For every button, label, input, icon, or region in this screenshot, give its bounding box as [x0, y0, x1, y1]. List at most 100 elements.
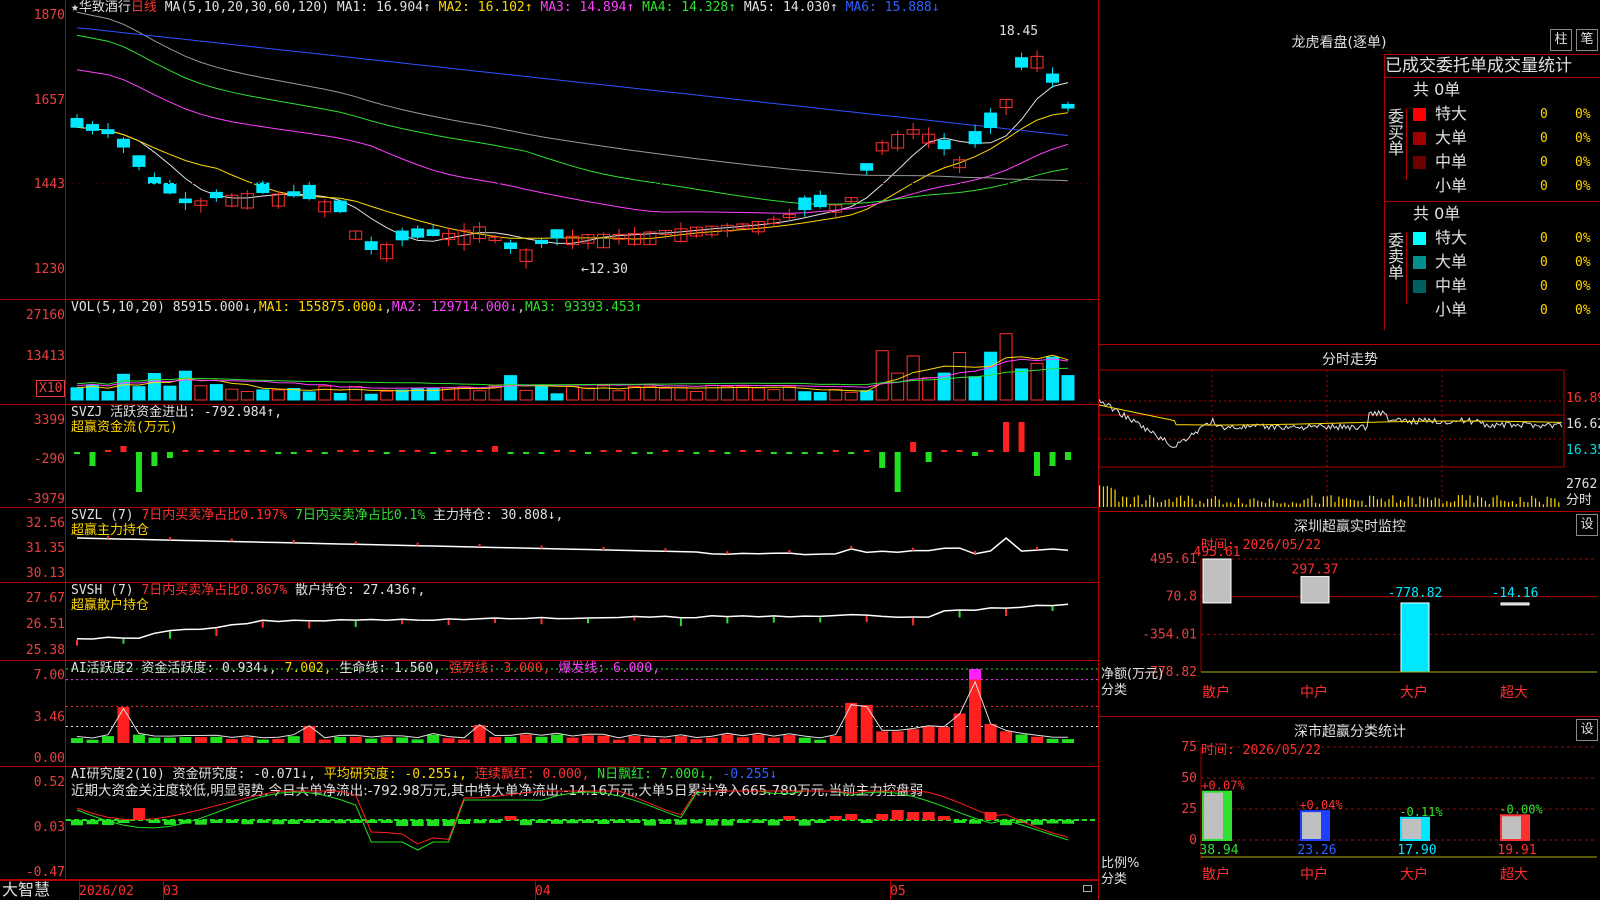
- sell-side-label: 委卖单: [1385, 232, 1407, 304]
- holding-tick: [292, 539, 295, 543]
- research-bar: [628, 820, 641, 823]
- ai-research-pane[interactable]: AI研究度2(10) 资金研究度: -0.071↓, 平均研究度: -0.255…: [0, 767, 1098, 880]
- intraday-vol-bar: [1195, 504, 1197, 507]
- bar-value-label: 495.61: [1194, 545, 1241, 560]
- svzj-pane[interactable]: SVZJ 活跃资金进出: -792.984↑, 超赢资金流(万元): [0, 405, 1098, 508]
- tab-orders[interactable]: 委托单: [1436, 56, 1487, 76]
- ratio-value-label: 17.90: [1397, 843, 1436, 858]
- volume-bar: [550, 393, 564, 401]
- intraday-vol-bar: [1180, 495, 1182, 507]
- intraday-vol-bar: [1338, 496, 1340, 507]
- buy-color-swatch: [1413, 108, 1426, 121]
- main-holding-line: [76, 537, 1069, 556]
- money-flow-bar: [631, 452, 638, 454]
- money-flow-bar: [492, 446, 499, 452]
- svzj-chart[interactable]: [0, 405, 1098, 508]
- candle-body: [860, 163, 874, 171]
- money-flow-bar: [770, 452, 777, 454]
- y-tick: 50: [1181, 771, 1197, 786]
- svsh-pane[interactable]: SVSH (7) 7日内买卖净占比0.867% 散户持仓: 27.436↑, 超…: [0, 583, 1098, 661]
- intraday-vol-bar: [1457, 495, 1460, 507]
- intraday-chart[interactable]: [1099, 345, 1600, 512]
- volume-bar: [612, 390, 626, 401]
- research-bar: [612, 820, 625, 823]
- kline-chart[interactable]: [0, 0, 1098, 300]
- intraday-vol-bar: [1415, 504, 1417, 507]
- activity-bar: [566, 737, 579, 743]
- activity-bar: [876, 731, 889, 743]
- research-bar: [303, 820, 316, 824]
- activity-bar: [643, 737, 656, 743]
- ai-activity-chart[interactable]: [0, 661, 1098, 767]
- y-tick: 0: [1189, 833, 1197, 848]
- activity-bar: [86, 739, 99, 743]
- buy-side-label: 委买单: [1385, 108, 1407, 180]
- intraday-vol-bar: [1469, 495, 1471, 507]
- research-bar: [520, 820, 533, 826]
- intraday-vol-bar: [1426, 497, 1429, 507]
- money-flow-bar: [507, 452, 514, 454]
- ai-research-chart[interactable]: [0, 767, 1098, 880]
- activity-bar: [411, 739, 424, 743]
- holding-tick: [1051, 606, 1054, 611]
- activity-bar: [783, 735, 796, 743]
- y-tick: 25.38: [25, 643, 65, 658]
- candle-body: [395, 230, 409, 241]
- intraday-vol-bar: [1496, 495, 1498, 507]
- volume-bar: [689, 390, 703, 401]
- intraday-vol-bar: [1284, 502, 1286, 507]
- kline-pane[interactable]: ★华致酒行日线 MA(5,10,20,30,60,120) MA1: 16.90…: [0, 0, 1098, 300]
- ma6-line: [76, 27, 1069, 136]
- tab-filled[interactable]: 已成交: [1385, 56, 1436, 76]
- volume-bar: [504, 375, 518, 401]
- sz-class-chart[interactable]: 75 50 25 0 +0.07% 38.94 散户 +0.04% 23.26 中户 -0.11% 1…: [1099, 717, 1600, 900]
- bar-view-button[interactable]: 柱: [1550, 29, 1572, 51]
- ai-activity-pane[interactable]: AI活跃度2 资金活跃度: 0.934↓, 7.002, 生命线: 1.560,…: [0, 661, 1098, 767]
- volume-chart[interactable]: [0, 300, 1098, 405]
- intraday-vol-bar: [1542, 504, 1544, 507]
- intraday-vol-bar: [1280, 503, 1282, 507]
- tick-view-button[interactable]: 笔: [1576, 29, 1598, 51]
- intraday-vol-bar: [1322, 496, 1324, 507]
- buy-color-swatch: [1413, 132, 1426, 145]
- date-label: 05: [890, 884, 906, 899]
- activity-bar: [520, 734, 533, 743]
- svzl-chart[interactable]: [0, 508, 1098, 583]
- research-bar: [674, 820, 687, 825]
- research-bar: [767, 820, 780, 826]
- money-flow-bar: [151, 452, 158, 466]
- intraday-vol-bar: [1245, 504, 1247, 507]
- sz-monitor-chart[interactable]: 495.61 70.8 -354.01 -778.82 495.61 散户 297.37 中户…: [1099, 512, 1600, 717]
- intraday-vol-bar: [1461, 495, 1463, 507]
- intraday-vol-bar: [1546, 496, 1548, 507]
- intraday-vol-bar: [1396, 502, 1398, 507]
- lock-icon[interactable]: [1083, 885, 1092, 892]
- candle-body: [535, 239, 549, 244]
- volume-bar: [194, 385, 208, 401]
- research-bar: [318, 820, 331, 823]
- money-flow-bar: [430, 452, 437, 454]
- tab-volume-stats[interactable]: 成交量统计: [1487, 56, 1572, 76]
- research-bar: [287, 820, 300, 824]
- research-bar: [705, 820, 718, 826]
- ratio-bar-accent: [1521, 815, 1529, 840]
- volume-pane[interactable]: VOL(5,10,20) 85915.000↓,MA1: 155875.000↓…: [0, 300, 1098, 405]
- y-tick: 30.13: [25, 566, 65, 581]
- research-bar: [163, 820, 176, 825]
- y-tick: 75: [1181, 740, 1197, 755]
- intraday-vol-bar: [1531, 495, 1533, 507]
- money-flow-bar: [244, 450, 251, 452]
- holding-tick: [726, 551, 729, 555]
- volume-bar: [581, 387, 595, 401]
- svsh-chart[interactable]: [0, 583, 1098, 661]
- svzl-pane[interactable]: SVZL (7) 7日内买卖净占比0.197% 7日内买卖净占比0.1% 主力持…: [0, 508, 1098, 583]
- volume-bar: [240, 391, 254, 401]
- research-bar: [148, 820, 161, 823]
- candle-body: [101, 129, 115, 135]
- intraday-vol-bar: [1268, 498, 1270, 507]
- money-flow-bar: [399, 450, 406, 452]
- money-flow-bar: [135, 452, 142, 492]
- intraday-vol-bar: [1403, 501, 1406, 507]
- intraday-vol-bar: [1369, 495, 1371, 507]
- candle-body: [1015, 57, 1029, 68]
